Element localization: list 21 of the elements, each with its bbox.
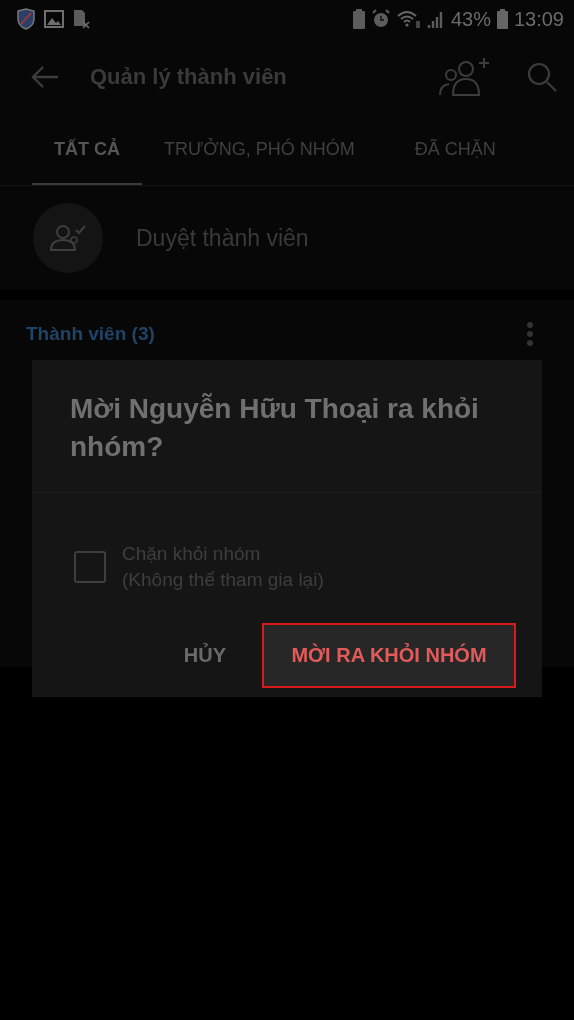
shield-icon (16, 8, 36, 30)
battery-percentage: 43% (450, 7, 491, 31)
dialog-title: Mời Nguyễn Hữu Thoại ra khỏi nhóm? (69, 392, 480, 464)
add-member-icon[interactable] (438, 56, 490, 97)
sim-card-icon (72, 9, 90, 29)
image-icon (44, 10, 64, 28)
search-icon[interactable] (526, 60, 558, 93)
more-options-icon[interactable] (526, 322, 534, 346)
remove-button[interactable]: MỜI RA KHỎI NHÓM (262, 623, 516, 688)
tab[interactable]: TRƯỞNG, PHÓ NHÓM (142, 115, 377, 185)
battery-icon (496, 9, 508, 29)
section-title: Thành viên (3) (26, 323, 155, 345)
wifi-icon (396, 9, 421, 29)
tab[interactable]: ĐÃ CHẶN (392, 115, 518, 185)
member-approval-icon (32, 202, 104, 274)
signal-icon (426, 9, 445, 29)
alarm-icon (370, 9, 391, 29)
checkbox[interactable] (74, 551, 106, 583)
back-arrow-icon[interactable] (30, 64, 60, 89)
clock-time: 13:09 (513, 7, 564, 31)
cancel-button[interactable]: HỦY (177, 643, 232, 668)
